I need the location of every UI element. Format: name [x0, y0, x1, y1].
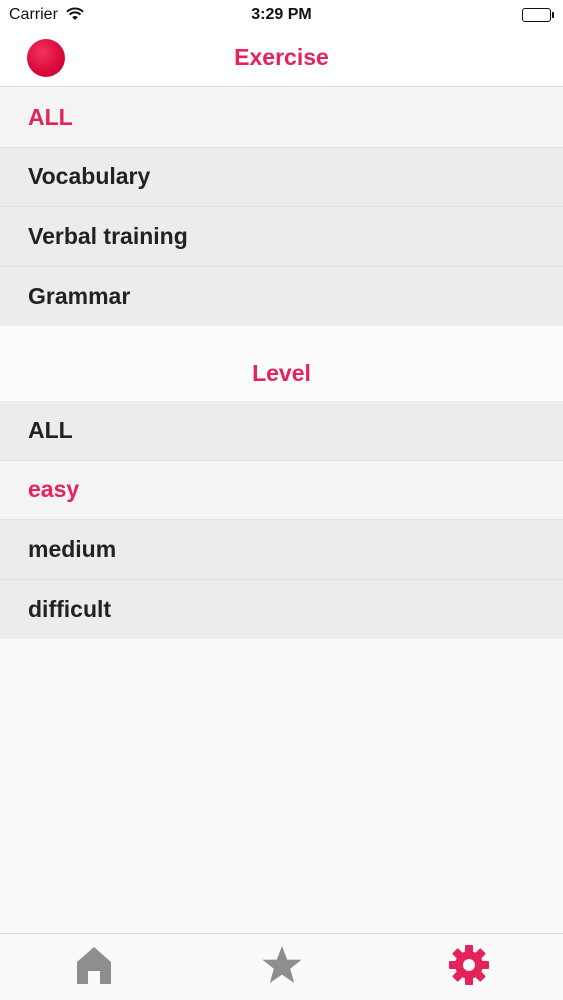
level-list: ALL easy medium difficult — [0, 401, 563, 639]
level-item-difficult[interactable]: difficult — [0, 579, 563, 639]
status-bar: Carrier 3:29 PM — [0, 0, 563, 30]
tab-favorites[interactable] — [241, 934, 321, 1000]
list-item-label: difficult — [28, 595, 112, 622]
gear-icon — [449, 945, 489, 985]
exercise-item-vocabulary[interactable]: Vocabulary — [0, 147, 563, 207]
exercise-item-grammar[interactable]: Grammar — [0, 266, 563, 326]
list-item-label: ALL — [28, 416, 73, 443]
level-section-header: Level — [0, 326, 563, 401]
list-item-label: ALL — [28, 103, 73, 130]
exercise-item-verbal-training[interactable]: Verbal training — [0, 207, 563, 267]
tab-home[interactable] — [54, 934, 134, 1000]
list-item-label: medium — [28, 535, 117, 562]
tab-bar — [0, 933, 563, 1000]
tab-settings[interactable] — [428, 934, 508, 1000]
exercise-list: ALL Vocabulary Verbal training Grammar — [0, 88, 563, 326]
star-icon — [262, 946, 302, 983]
level-item-easy[interactable]: easy — [0, 460, 563, 520]
page-title: Exercise — [234, 44, 329, 70]
level-item-all[interactable]: ALL — [0, 401, 563, 461]
list-item-label: Verbal training — [28, 222, 188, 249]
list-item-label: Grammar — [28, 282, 131, 309]
battery-icon — [522, 8, 554, 22]
level-item-medium[interactable]: medium — [0, 520, 563, 580]
list-item-label: easy — [28, 476, 80, 503]
exercise-item-all[interactable]: ALL — [0, 88, 563, 148]
level-section-title: Level — [252, 360, 311, 386]
list-item-label: Vocabulary — [28, 163, 151, 190]
home-icon — [77, 947, 111, 984]
navigation-bar: Exercise — [0, 30, 563, 87]
status-time: 3:29 PM — [251, 6, 312, 23]
